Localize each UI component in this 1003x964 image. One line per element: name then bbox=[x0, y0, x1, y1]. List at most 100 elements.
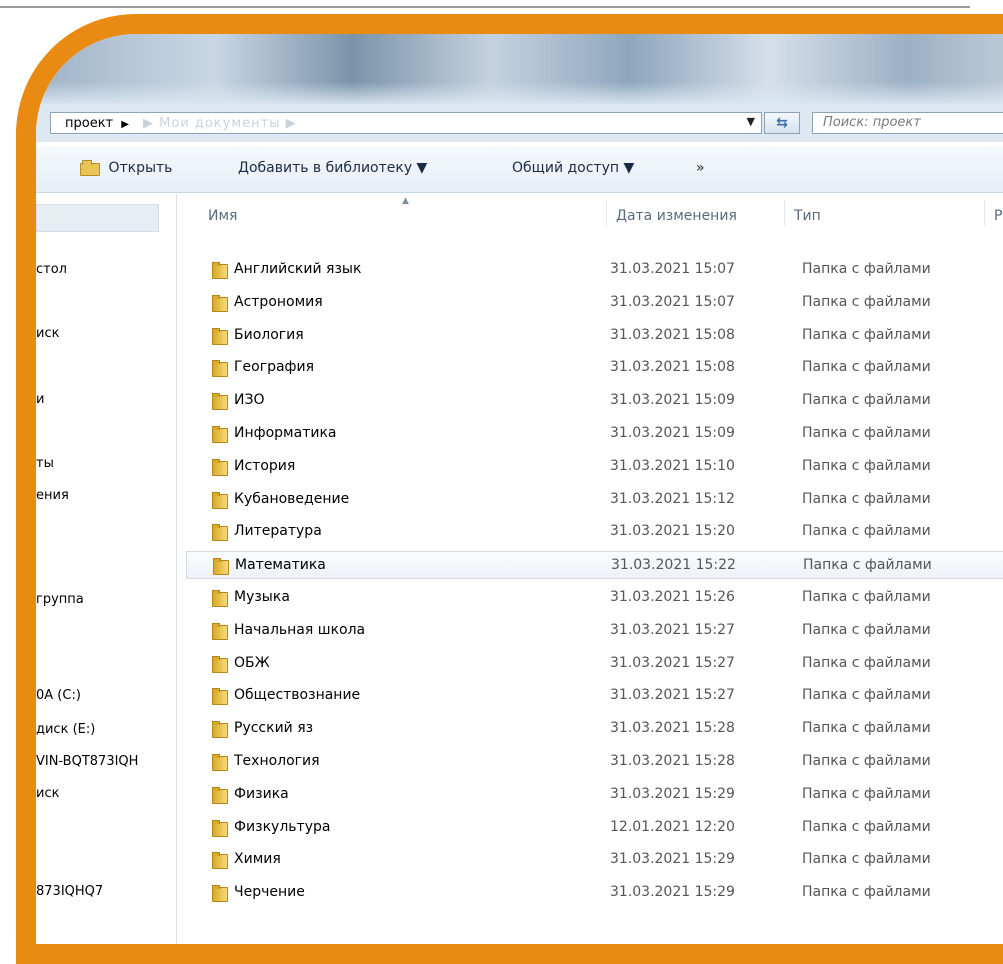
navigation-pane: стол иск и ты ения группа 0A (C:) диск (… bbox=[36, 194, 177, 944]
address-dropdown-icon[interactable]: ▼ bbox=[747, 115, 755, 128]
column-header: ▲ Имя Дата изменения Тип Раз bbox=[176, 194, 1003, 230]
command-bar: Открыть Добавить в библиотеку ▼ Общий до… bbox=[36, 146, 1003, 193]
file-row[interactable]: Физкультура 12.01.2021 12:20 Папка с файла… bbox=[186, 814, 1003, 842]
file-row[interactable]: Русский яз 31.03.2021 15:28 Папка с файлам… bbox=[186, 715, 1003, 743]
file-date: 12.01.2021 12:20 bbox=[610, 818, 735, 835]
file-name: Биология bbox=[234, 326, 304, 343]
column-name[interactable]: Имя bbox=[208, 208, 237, 224]
sidebar-item-network-disk[interactable]: иск bbox=[36, 786, 59, 801]
file-name: ОБЖ bbox=[234, 654, 270, 671]
sidebar-item-network-share[interactable]: VIN-BQT873IQH bbox=[36, 754, 138, 769]
file-name: География bbox=[234, 359, 315, 376]
window-titlebar bbox=[36, 34, 1003, 104]
explorer-window: проект ▶ ▶ Мои документы ▶ ▼ ⇆ Поиск: пр… bbox=[36, 34, 1003, 944]
file-name: Технология bbox=[234, 753, 320, 769]
sidebar-item-drive-c[interactable]: 0A (C:) bbox=[36, 688, 81, 703]
sidebar-selected-item[interactable] bbox=[36, 204, 159, 232]
file-row[interactable]: Технология 31.03.2021 15:28 Папка с файлам… bbox=[186, 748, 1003, 776]
folder-icon bbox=[212, 655, 228, 673]
file-date: 31.03.2021 15:20 bbox=[610, 523, 735, 540]
sidebar-item-network-pc[interactable]: 873IQHQ7 bbox=[36, 884, 103, 899]
folder-icon bbox=[212, 426, 228, 443]
folder-icon bbox=[212, 786, 228, 804]
file-name: Черчение bbox=[234, 884, 305, 901]
file-name: Обществознание bbox=[234, 687, 361, 704]
file-row[interactable]: Обществознание 31.03.2021 15:27 Папка с фа… bbox=[186, 682, 1003, 710]
file-row[interactable]: Английский язык 31.03.2021 15:07 Папка с ф… bbox=[186, 256, 1003, 284]
file-name: Литература bbox=[234, 523, 322, 540]
folder-icon bbox=[212, 393, 228, 411]
file-name: Математика bbox=[235, 557, 326, 574]
column-separator[interactable] bbox=[784, 200, 785, 226]
file-date: 31.03.2021 15:29 bbox=[610, 851, 735, 868]
folder-icon bbox=[212, 262, 228, 279]
file-row[interactable]: Физика 31.03.2021 15:29 Папка с файлами bbox=[186, 781, 1003, 809]
file-type: Папка с файлами bbox=[802, 884, 931, 901]
sidebar-item-desktop[interactable]: стол bbox=[36, 262, 67, 277]
open-label: Открыть bbox=[108, 160, 173, 176]
add-to-library-button[interactable]: Добавить в библиотеку ▼ bbox=[238, 160, 427, 176]
file-row[interactable]: ОБЖ 31.03.2021 15:27 Папка с файлами bbox=[186, 650, 1003, 678]
file-name: Кубановедение bbox=[234, 490, 350, 507]
address-row: проект ▶ ▶ Мои документы ▶ ▼ ⇆ Поиск: пр… bbox=[36, 104, 1003, 142]
address-faded: ▶ Мои документы ▶ bbox=[142, 115, 297, 131]
file-row[interactable]: Начальная школа 31.03.2021 15:27 Папка с ф… bbox=[186, 617, 1003, 645]
file-date: 31.03.2021 15:29 bbox=[610, 884, 735, 901]
file-name: Информатика bbox=[234, 425, 337, 441]
file-name: Музыка bbox=[234, 589, 290, 605]
file-date: 31.03.2021 15:22 bbox=[611, 557, 736, 574]
file-row[interactable]: Черчение 31.03.2021 15:29 Папка с файлами bbox=[186, 879, 1003, 907]
column-type[interactable]: Тип bbox=[794, 208, 821, 224]
file-row[interactable]: Кубановедение 31.03.2021 15:12 Папка с фай… bbox=[186, 486, 1003, 514]
file-type: Папка с файлами bbox=[802, 687, 931, 704]
column-separator[interactable] bbox=[984, 200, 985, 226]
file-type: Папка с файлами bbox=[802, 490, 931, 507]
file-type: Папка с файлами bbox=[802, 457, 931, 474]
file-row[interactable]: История 31.03.2021 15:10 Папка с файлами bbox=[186, 453, 1003, 481]
file-name: ИЗО bbox=[234, 392, 265, 409]
file-row[interactable]: Биология 31.03.2021 15:08 Папка с файлами bbox=[186, 322, 1003, 350]
file-date: 31.03.2021 15:27 bbox=[610, 621, 735, 638]
file-date: 31.03.2021 15:12 bbox=[610, 490, 735, 507]
sidebar-item-homegroup[interactable]: группа bbox=[36, 592, 84, 607]
file-row[interactable]: Химия 31.03.2021 15:29 Папка с файлами bbox=[186, 846, 1003, 874]
column-separator[interactable] bbox=[606, 200, 607, 226]
folder-open-icon bbox=[80, 160, 100, 176]
folder-icon bbox=[212, 491, 228, 509]
share-button[interactable]: Общий доступ ▼ bbox=[512, 160, 634, 176]
file-row[interactable]: Информатика 31.03.2021 15:09 Папка с файла… bbox=[186, 420, 1003, 448]
sidebar-item-images[interactable]: ения bbox=[36, 488, 69, 503]
folder-icon bbox=[212, 622, 228, 640]
folder-icon bbox=[212, 688, 228, 706]
sidebar-item-documents[interactable]: ты bbox=[36, 456, 54, 471]
file-name: Физкультура bbox=[234, 818, 331, 835]
sidebar-item-disk[interactable]: иск bbox=[36, 326, 59, 341]
column-date[interactable]: Дата изменения bbox=[616, 208, 737, 224]
address-separator: ▶ bbox=[121, 118, 129, 130]
file-type: Папка с файлами bbox=[802, 392, 931, 409]
photo-frame: проект ▶ ▶ Мои документы ▶ ▼ ⇆ Поиск: пр… bbox=[16, 14, 1003, 964]
folder-icon bbox=[212, 819, 228, 837]
address-path[interactable]: проект ▶ bbox=[51, 116, 129, 131]
more-commands-button[interactable]: » bbox=[696, 160, 705, 176]
file-type: Папка с файлами bbox=[802, 326, 931, 343]
file-row[interactable]: Литература 31.03.2021 15:20 Папка с файлам… bbox=[186, 518, 1003, 546]
search-input[interactable]: Поиск: проект bbox=[812, 112, 1003, 134]
file-row[interactable]: Астрономия 31.03.2021 15:07 Папка с файлам… bbox=[186, 289, 1003, 317]
file-date: 31.03.2021 15:26 bbox=[610, 589, 735, 605]
file-row[interactable]: Математика 31.03.2021 15:22 Папка с файлам… bbox=[186, 551, 1003, 580]
refresh-button[interactable]: ⇆ bbox=[764, 112, 800, 134]
address-bar[interactable]: проект ▶ ▶ Мои документы ▶ ▼ bbox=[50, 112, 762, 134]
column-size[interactable]: Раз bbox=[994, 208, 1003, 224]
file-row[interactable]: ИЗО 31.03.2021 15:09 Папка с файлами bbox=[186, 387, 1003, 415]
file-date: 31.03.2021 15:08 bbox=[610, 359, 735, 376]
folder-icon bbox=[212, 458, 228, 476]
folder-icon bbox=[212, 852, 228, 870]
file-row[interactable]: Музыка 31.03.2021 15:26 Папка с файлами bbox=[186, 584, 1003, 612]
file-name: Русский яз bbox=[234, 720, 314, 737]
sidebar-item-places[interactable]: и bbox=[36, 392, 44, 407]
open-button[interactable]: Открыть bbox=[80, 160, 172, 176]
file-date: 31.03.2021 15:27 bbox=[610, 654, 735, 671]
file-row[interactable]: География 31.03.2021 15:08 Папка с файлами bbox=[186, 354, 1003, 382]
sidebar-item-drive-e[interactable]: диск (E:) bbox=[36, 722, 95, 737]
